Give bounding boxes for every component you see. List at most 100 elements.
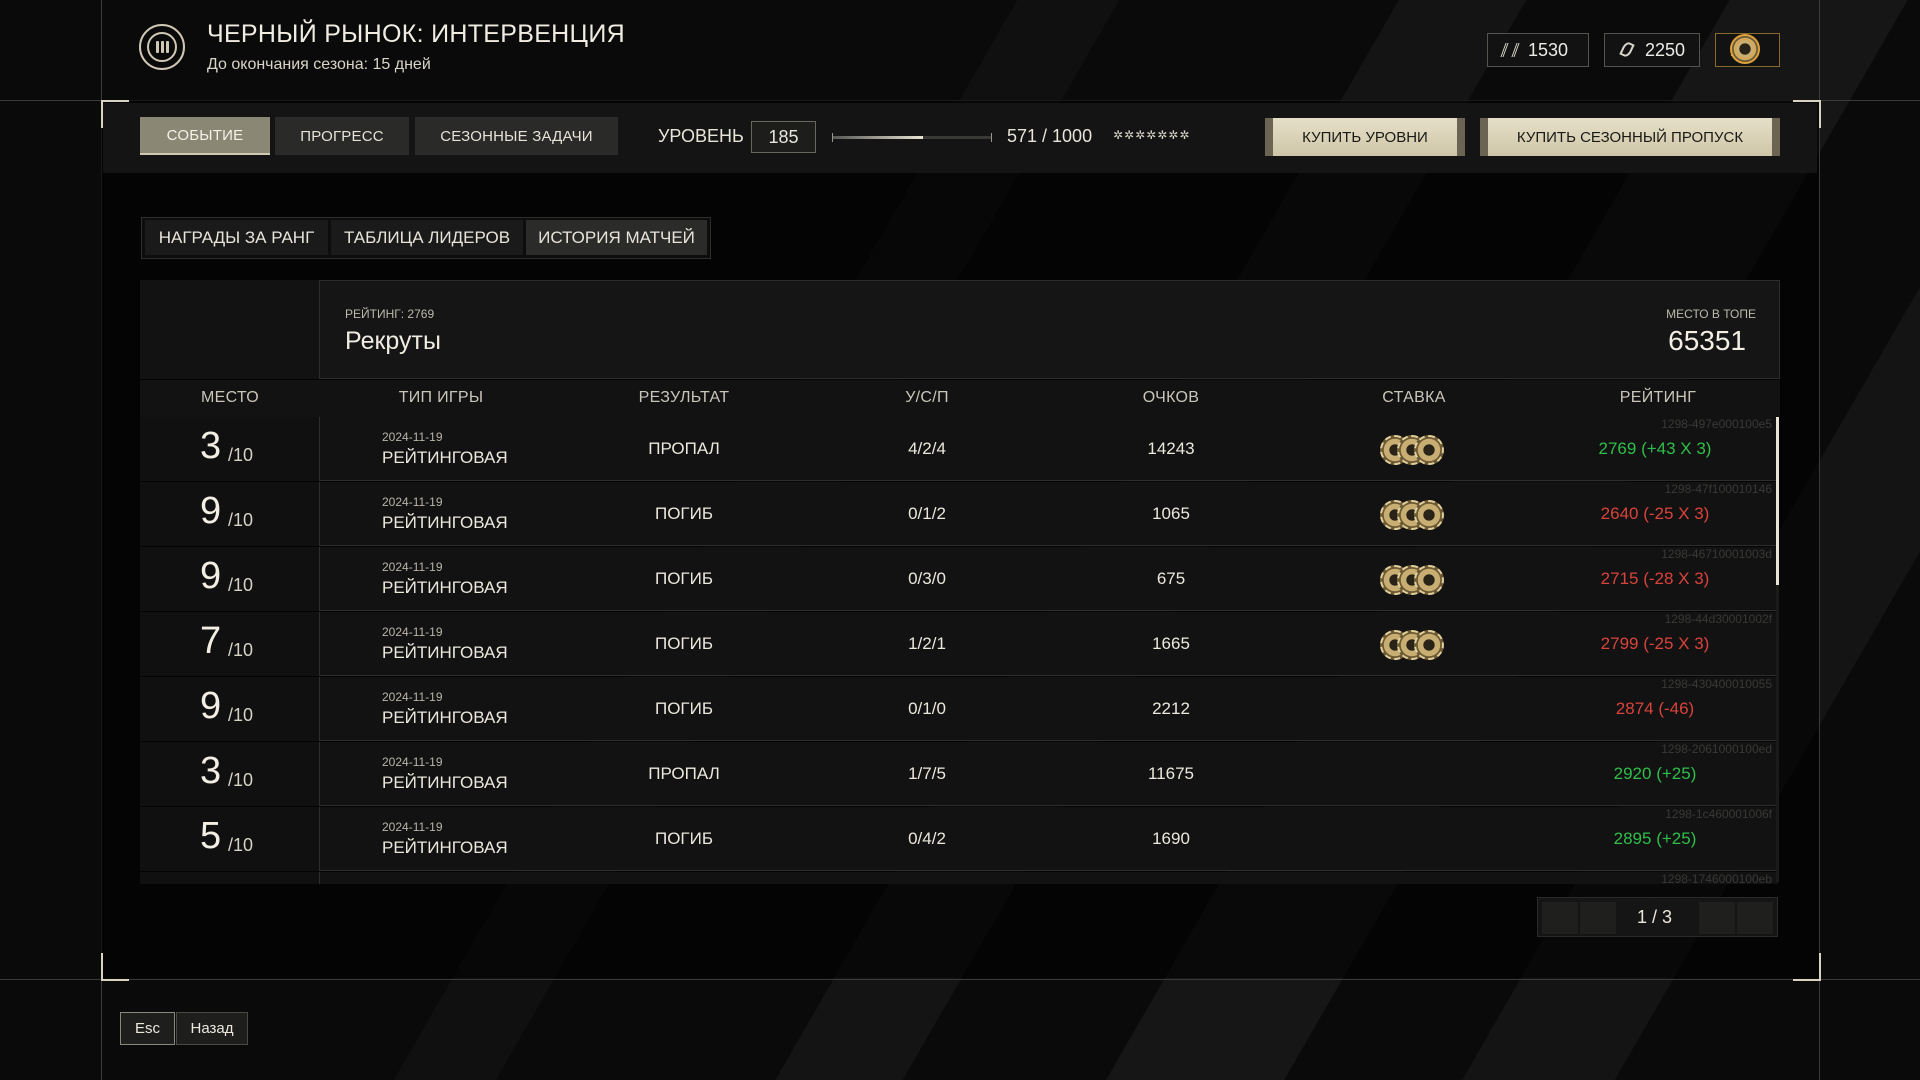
place-cell: 3/10 — [140, 417, 320, 481]
place-value: 9 — [200, 490, 222, 532]
match-points: 2212 — [1152, 699, 1190, 718]
stake-chips-icon — [1380, 500, 1444, 530]
match-kda: 0/4/2 — [908, 829, 946, 848]
scrollbar-thumb[interactable] — [1776, 417, 1779, 585]
match-date: 2024-11-19 — [382, 755, 443, 769]
level-pips-icon: ✲✲✲✲✲✲✲ — [1113, 128, 1191, 142]
place-total: /10 — [228, 445, 254, 465]
progress-tick — [991, 133, 992, 142]
col-result: РЕЗУЛЬТАТ — [638, 389, 730, 406]
place-cell: 7/10 — [140, 612, 320, 676]
place-cell — [140, 872, 320, 884]
xp-progress-fill — [832, 136, 924, 139]
col-stake: СТАВКА — [1382, 389, 1446, 406]
subtab-rank-rewards[interactable]: НАГРАДЫ ЗА РАНГ — [145, 220, 328, 255]
match-rating: 2715 (-28 X 3) — [1600, 569, 1710, 588]
match-points: 1690 — [1152, 829, 1190, 848]
table-row[interactable]: 9/10 2024-11-19 РЕЙТИНГОВАЯ ПОГИБ 0/3/0 675 27… — [140, 547, 1778, 611]
xp-text: 571 / 1000 — [1007, 126, 1093, 146]
game-type: РЕЙТИНГОВАЯ — [382, 643, 508, 662]
next-page-button[interactable] — [1699, 902, 1735, 934]
frame-corner — [1793, 953, 1821, 981]
place-total: /10 — [228, 835, 254, 855]
last-page-button[interactable] — [1737, 902, 1773, 934]
match-result: ПРОПАЛ — [648, 439, 720, 458]
frame-line-right — [1819, 0, 1820, 1080]
place-value: 5 — [200, 815, 222, 857]
place-cell: 3/10 — [140, 742, 320, 806]
feather-icon — [1619, 41, 1637, 59]
tab-season-tasks[interactable]: СЕЗОННЫЕ ЗАДАЧИ — [415, 117, 618, 155]
currency-feather[interactable]: 2250 — [1604, 33, 1700, 67]
subtab-leaderboard[interactable]: ТАБЛИЦА ЛИДЕРОВ — [331, 220, 523, 255]
prev-page-button[interactable] — [1580, 902, 1616, 934]
place-total: /10 — [228, 575, 254, 595]
match-kda: 1/7/5 — [908, 764, 946, 783]
table-row[interactable]: 1298-1746000100eb — [140, 872, 1778, 884]
rank-emblem — [140, 280, 320, 379]
match-rating: 2769 (+43 X 3) — [1598, 439, 1712, 458]
currency-bullets-value: 1530 — [1528, 39, 1569, 60]
currency-chips[interactable]: 2 — [1715, 33, 1780, 67]
col-kda: У/С/П — [905, 389, 949, 406]
match-kda: 0/1/2 — [908, 504, 946, 523]
buy-season-pass-button[interactable]: КУПИТЬ СЕЗОННЫЙ ПРОПУСК — [1480, 118, 1780, 156]
col-place: МЕСТО — [200, 389, 260, 406]
rank-name: Рекруты — [345, 327, 441, 355]
table-row[interactable]: 3/10 2024-11-19 РЕЙТИНГОВАЯ ПРОПАЛ 4/2/4 1424… — [140, 417, 1778, 481]
place-value: 3 — [200, 750, 222, 792]
game-type: РЕЙТИНГОВАЯ — [382, 773, 508, 792]
place-total: /10 — [228, 705, 254, 725]
level-value: 185 — [751, 121, 816, 153]
col-rating: РЕЙТИНГ — [1619, 389, 1697, 406]
match-id: 1298-497e000100e5 — [1661, 417, 1772, 431]
subtab-match-history[interactable]: ИСТОРИЯ МАТЧЕЙ — [526, 220, 707, 255]
table-row[interactable]: 3/10 2024-11-19 РЕЙТИНГОВАЯ ПРОПАЛ 1/7/5 1167… — [140, 742, 1778, 806]
match-result: ПОГИБ — [654, 699, 714, 718]
chip-coin-icon — [1730, 34, 1760, 64]
top-place-value: 65351 — [1668, 325, 1746, 356]
currency-feather-value: 2250 — [1644, 39, 1685, 60]
match-id: 1298-47f100010146 — [1664, 482, 1772, 496]
stake-chips-icon — [1380, 435, 1444, 465]
buy-levels-button[interactable]: КУПИТЬ УРОВНИ — [1265, 118, 1465, 156]
first-page-button[interactable] — [1542, 902, 1578, 934]
season-logo-icon — [139, 24, 185, 70]
table-row[interactable]: 9/10 2024-11-19 РЕЙТИНГОВАЯ ПОГИБ 0/1/2 1065 2… — [140, 482, 1778, 546]
esc-key-hint[interactable]: Esc — [120, 1012, 175, 1045]
currency-bullets[interactable]: 1530 — [1487, 33, 1589, 67]
page-indicator: 1 / 3 — [1637, 907, 1673, 927]
table-row[interactable]: 5/10 2024-11-19 РЕЙТИНГОВАЯ ПОГИБ 0/4/2 1690 2… — [140, 807, 1778, 871]
tab-event[interactable]: СОБЫТИЕ — [140, 117, 270, 155]
table-header — [140, 380, 1780, 417]
level-label: УРОВЕНЬ — [658, 126, 744, 146]
top-place-label: МЕСТО В ТОПЕ — [1666, 307, 1756, 321]
frame-line-bottom — [0, 979, 1920, 980]
place-value: 9 — [200, 685, 222, 727]
match-points: 11675 — [1147, 764, 1195, 783]
match-rating: 2895 (+25) — [1613, 829, 1697, 848]
game-type: РЕЙТИНГОВАЯ — [382, 838, 508, 857]
rank-rating: РЕЙТИНГ: 2769 — [345, 307, 435, 321]
match-rating: 2874 (-46) — [1615, 699, 1695, 718]
match-date: 2024-11-19 — [382, 690, 443, 704]
place-value: 9 — [200, 555, 222, 597]
match-result: ПОГИБ — [654, 504, 714, 523]
match-points: 1665 — [1152, 634, 1190, 653]
match-kda: 4/2/4 — [908, 439, 946, 458]
match-id: 1298-2061000100ed — [1661, 742, 1772, 756]
match-date: 2024-11-19 — [382, 625, 443, 639]
match-kda: 0/1/0 — [908, 699, 946, 718]
tab-progress[interactable]: ПРОГРЕСС — [275, 117, 409, 155]
col-game-type: ТИП ИГРЫ — [398, 389, 484, 406]
match-id: 1298-430400010055 — [1661, 677, 1772, 691]
table-row[interactable]: 7/10 2024-11-19 РЕЙТИНГОВАЯ ПОГИБ 1/2/1 1665 2… — [140, 612, 1778, 676]
back-button[interactable]: Назад — [176, 1012, 248, 1045]
match-kda: 0/3/0 — [908, 569, 946, 588]
match-rating: 2920 (+25) — [1613, 764, 1697, 783]
place-cell: 9/10 — [140, 677, 320, 741]
place-total: /10 — [228, 640, 254, 660]
place-total: /10 — [228, 770, 254, 790]
place-value: 3 — [200, 425, 222, 467]
table-row[interactable]: 9/10 2024-11-19 РЕЙТИНГОВАЯ ПОГИБ 0/1/0 2212 2… — [140, 677, 1778, 741]
